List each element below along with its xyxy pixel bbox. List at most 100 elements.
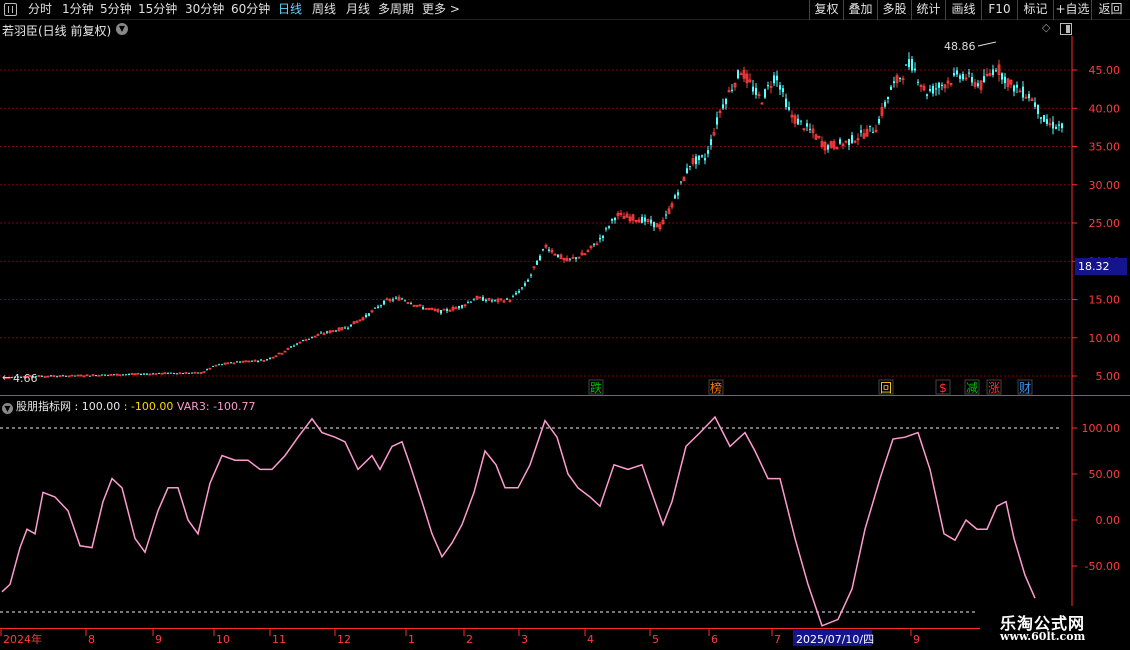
event-marker[interactable]: 财 — [1017, 379, 1033, 395]
panel-toggle-icon[interactable] — [1060, 23, 1072, 35]
date-label: 9 — [913, 633, 920, 646]
tab-period-2[interactable]: 5分钟 — [100, 0, 132, 20]
candle-body — [236, 361, 238, 363]
candle-body — [764, 89, 766, 98]
candle — [128, 373, 130, 376]
candle — [802, 127, 806, 132]
candle — [691, 154, 695, 167]
diamond-icon[interactable]: ◇ — [1042, 22, 1052, 33]
event-marker[interactable]: 减 — [964, 379, 980, 395]
candle — [440, 309, 442, 315]
candle — [365, 312, 367, 319]
toolbar-button-4[interactable]: 画线 — [945, 0, 981, 20]
event-marker[interactable]: 回 — [878, 379, 894, 395]
candle — [689, 165, 691, 171]
candle-body — [674, 195, 676, 199]
candle-body — [128, 374, 130, 376]
date-label: 8 — [88, 633, 95, 646]
candle-body — [302, 340, 304, 342]
toolbar-button-7[interactable]: +自选 — [1053, 0, 1091, 20]
candle-body — [266, 359, 268, 361]
chevron-down-icon[interactable]: ▼ — [116, 23, 128, 35]
candle-body — [878, 118, 880, 124]
toolbar-button-5[interactable]: F10 — [981, 0, 1017, 20]
candle — [467, 300, 469, 304]
candle — [223, 362, 227, 366]
candle — [253, 359, 257, 362]
candle — [311, 336, 313, 339]
candle — [745, 69, 749, 89]
candle-body — [506, 298, 508, 300]
tab-period-3[interactable]: 15分钟 — [138, 0, 177, 20]
event-marker[interactable]: $ — [935, 379, 951, 395]
candle — [458, 305, 460, 311]
candle — [85, 374, 89, 377]
candle-body — [467, 302, 469, 304]
tab-period-4[interactable]: 30分钟 — [185, 0, 224, 20]
candle — [727, 86, 731, 93]
candle — [67, 375, 71, 378]
tab-period-9[interactable]: 多周期 — [378, 0, 414, 20]
candle — [832, 139, 836, 151]
candle-body — [1040, 117, 1042, 119]
candle — [304, 338, 308, 342]
candle-body — [650, 219, 652, 224]
toolbar-button-0[interactable]: 复权 — [809, 0, 843, 20]
candle — [929, 84, 931, 93]
event-marker[interactable]: 跌 — [588, 379, 604, 395]
candle — [586, 248, 590, 253]
toolbar-button-8[interactable]: 返回 — [1091, 0, 1129, 20]
candle — [737, 69, 739, 80]
tab-period-0[interactable]: 分时 — [28, 0, 52, 20]
candle-body — [50, 375, 52, 377]
toolbar-button-1[interactable]: 叠加 — [843, 0, 877, 20]
candle — [670, 201, 674, 210]
candle — [184, 371, 188, 375]
candle-body — [941, 84, 943, 87]
candle — [1028, 91, 1030, 102]
candle-body — [320, 332, 322, 334]
candle — [136, 372, 140, 375]
candle — [644, 214, 646, 226]
toolbar-button-6[interactable]: 标记 — [1017, 0, 1053, 20]
candle — [461, 304, 463, 310]
tab-period-1[interactable]: 1分钟 — [62, 0, 94, 20]
candle-body — [905, 64, 907, 66]
candle-body — [935, 88, 937, 90]
candle — [374, 307, 376, 309]
tab-period-6[interactable]: 日线 — [278, 0, 302, 20]
candle — [125, 374, 127, 376]
candle-body — [104, 374, 106, 376]
tab-period-10[interactable]: 更多 > — [422, 0, 460, 20]
tab-period-7[interactable]: 周线 — [312, 0, 336, 20]
candle — [884, 99, 886, 109]
toolbar-button-2[interactable]: 多股 — [877, 0, 911, 20]
candle — [221, 364, 223, 366]
indicator-chart[interactable]: 100.00 50.00 0.00 -50.00 — [0, 396, 1130, 628]
candle — [482, 295, 484, 301]
candle — [731, 84, 733, 93]
tab-period-5[interactable]: 60分钟 — [231, 0, 270, 20]
event-marker[interactable]: 涨 — [986, 379, 1002, 395]
candle-body — [704, 158, 706, 161]
candle — [410, 301, 412, 305]
tab-period-8[interactable]: 月线 — [346, 0, 370, 20]
candle — [677, 189, 679, 200]
candle — [655, 223, 659, 228]
candle — [377, 304, 379, 309]
candle-body — [536, 260, 538, 265]
candle — [427, 307, 431, 311]
toolbar-button-3[interactable]: 统计 — [911, 0, 945, 20]
candle-body — [995, 70, 997, 72]
candle-body — [1043, 115, 1045, 122]
price-chart[interactable]: 45.0040.0035.0030.0025.0020.0015.0010.00… — [0, 36, 1130, 396]
candle-body — [698, 155, 700, 161]
candle — [1048, 117, 1052, 128]
menu-icon[interactable] — [4, 3, 17, 16]
candle — [226, 362, 230, 365]
candle — [355, 320, 359, 323]
candle-body — [410, 303, 412, 305]
candle — [542, 248, 544, 252]
candle — [616, 211, 620, 220]
event-marker[interactable]: 榜 — [708, 379, 724, 395]
